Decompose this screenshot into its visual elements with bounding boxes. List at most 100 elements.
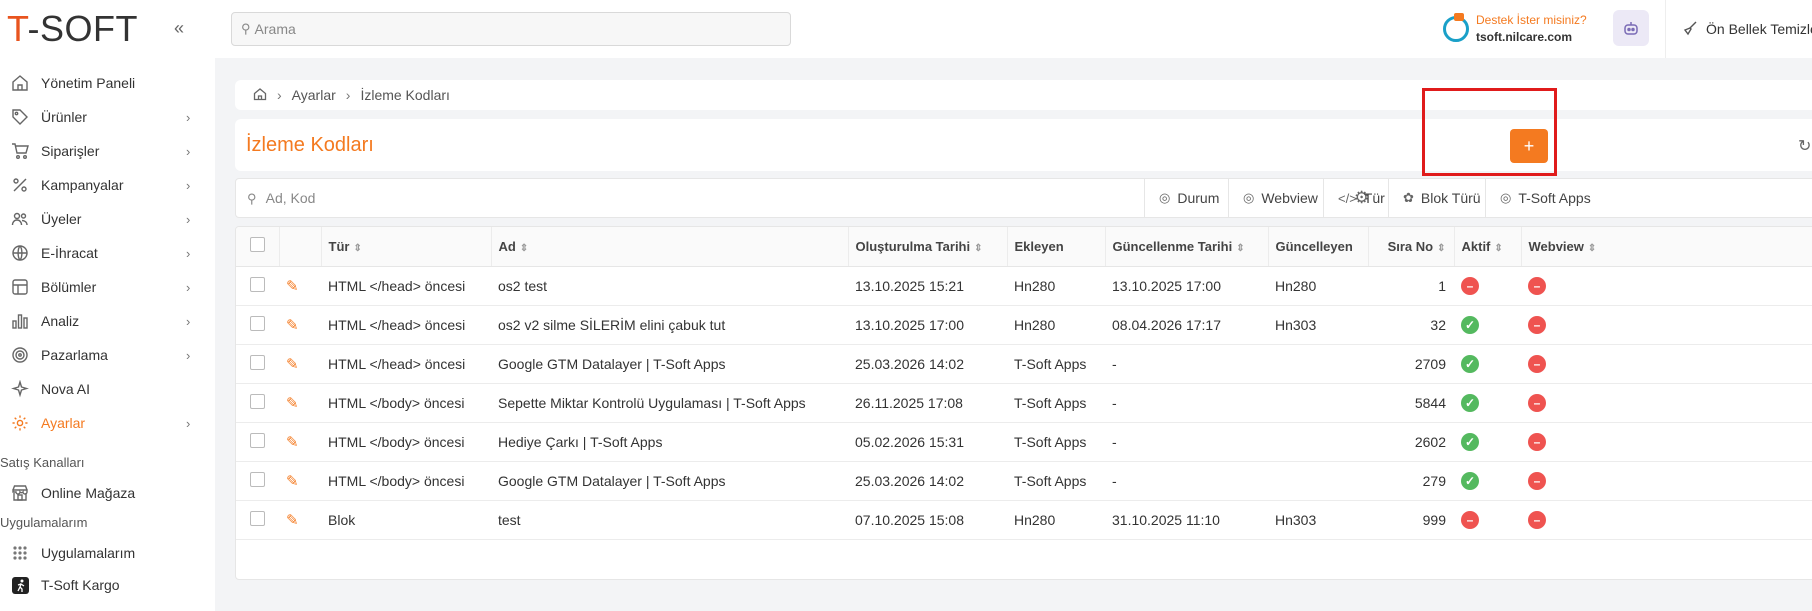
edit-cell: ✎ — [279, 461, 321, 501]
table-row[interactable]: ✎ HTML </head> öncesi os2 v2 silme SİLERİM… — [236, 305, 1812, 345]
cell-webview: – — [1521, 344, 1812, 384]
home-icon[interactable] — [253, 87, 267, 104]
table-row[interactable]: ✎ HTML </body> öncesi Sepette Miktar Kontr… — [236, 383, 1812, 423]
table-row[interactable]: ✎ HTML </head> öncesi Google GTM Datalayer… — [236, 344, 1812, 384]
filter-block-type-button[interactable]: ✿ Blok Türü — [1388, 179, 1486, 217]
cell-added-by: T-Soft Apps — [1007, 422, 1105, 462]
row-checkbox[interactable] — [236, 422, 279, 462]
edit-icon[interactable]: ✎ — [286, 512, 299, 529]
sort-icon: ⇕ — [1494, 242, 1503, 254]
edit-icon[interactable]: ✎ — [286, 395, 299, 412]
header-order[interactable]: Sıra No ⇕ — [1368, 227, 1455, 267]
inactive-minus-icon[interactable]: – — [1461, 510, 1479, 529]
edit-icon[interactable]: ✎ — [286, 278, 299, 295]
sidebar-item-b-l-mler[interactable]: Bölümler › — [0, 270, 215, 304]
refresh-icon[interactable]: ↻ — [1798, 136, 1811, 156]
inactive-minus-icon[interactable]: – — [1528, 276, 1546, 295]
header-webview[interactable]: Webview ⇕ — [1521, 227, 1812, 267]
cell-name: Hediye Çarkı | T-Soft Apps — [491, 422, 848, 462]
edit-icon[interactable]: ✎ — [286, 317, 299, 334]
sidebar-item-online-store[interactable]: Online Mağaza — [0, 477, 215, 509]
active-check-icon[interactable]: ✓ — [1461, 354, 1479, 373]
inactive-minus-icon[interactable]: – — [1528, 354, 1546, 373]
row-checkbox[interactable] — [236, 266, 279, 306]
sidebar-item-label: Ayarlar — [41, 415, 86, 431]
edit-icon[interactable]: ✎ — [286, 356, 299, 373]
sidebar-item-label: Siparişler — [41, 143, 100, 159]
chevron-right-icon: › — [186, 415, 191, 431]
edit-icon[interactable]: ✎ — [286, 434, 299, 451]
tracking-codes-table: Tür ⇕ Ad ⇕ Oluşturulma Tarihi ⇕ Ekleyen Gün… — [235, 226, 1812, 580]
header-type[interactable]: Tür ⇕ — [321, 227, 492, 267]
inactive-minus-icon[interactable]: – — [1528, 432, 1546, 451]
filter-type-button[interactable]: </> Tür — [1323, 179, 1389, 217]
inactive-minus-icon[interactable]: – — [1528, 471, 1546, 490]
filter-status-button[interactable]: ◎ Durum — [1144, 179, 1230, 217]
edit-cell: ✎ — [279, 266, 321, 306]
cell-created: 05.02.2026 15:31 — [848, 422, 1007, 462]
header-created[interactable]: Oluşturulma Tarihi ⇕ — [848, 227, 1008, 267]
header-updated[interactable]: Güncellenme Tarihi ⇕ — [1105, 227, 1269, 267]
active-check-icon[interactable]: ✓ — [1461, 393, 1479, 412]
cell-active: ✓ — [1454, 344, 1521, 384]
table-row[interactable]: ✎ HTML </head> öncesi os2 test 13.10.2025 1… — [236, 266, 1812, 306]
ai-assistant-button[interactable] — [1613, 10, 1649, 46]
filter-webview-button[interactable]: ◎ Webview — [1228, 179, 1324, 217]
table-row[interactable]: ✎ HTML </body> öncesi Google GTM Datalayer… — [236, 461, 1812, 501]
select-all-checkbox[interactable] — [236, 227, 280, 267]
cell-added-by: Hn280 — [1007, 266, 1105, 306]
sidebar-item-analiz[interactable]: Analiz › — [0, 304, 215, 338]
header-active[interactable]: Aktif ⇕ — [1454, 227, 1522, 267]
inactive-minus-icon[interactable]: – — [1528, 510, 1546, 529]
breadcrumb-separator: › — [345, 87, 351, 103]
sidebar-item-kampanyalar[interactable]: Kampanyalar › — [0, 168, 215, 202]
table-row[interactable]: ✎ Blok test 07.10.2025 15:08 Hn280 31.10.2025… — [236, 500, 1812, 540]
support-link[interactable]: Destek İster misiniz? tsoft.nilcare.com — [1443, 12, 1587, 44]
cell-updated-by — [1268, 422, 1368, 462]
row-checkbox[interactable] — [236, 344, 279, 384]
table-row[interactable]: ✎ HTML </body> öncesi Hediye Çarkı | T-Sof… — [236, 422, 1812, 462]
filter-tsoft-apps-button[interactable]: ◎ T-Soft Apps — [1485, 179, 1605, 217]
sidebar-item--r-nler[interactable]: Ürünler › — [0, 100, 215, 134]
sidebar-item-my-apps[interactable]: Uygulamalarım — [0, 537, 215, 569]
row-checkbox[interactable] — [236, 305, 279, 345]
chevron-right-icon: › — [186, 347, 191, 363]
inactive-minus-icon[interactable]: – — [1528, 393, 1546, 412]
sidebar-item--yeler[interactable]: Üyeler › — [0, 202, 215, 236]
inactive-minus-icon[interactable]: – — [1528, 315, 1546, 334]
sidebar-item-nova-ai[interactable]: Nova AI — [0, 372, 215, 406]
sidebar-item-y-netim-paneli[interactable]: Yönetim Paneli — [0, 66, 215, 100]
puzzle-icon: ✿ — [1403, 190, 1414, 205]
chevron-right-icon: › — [186, 279, 191, 295]
sidebar-item-pazarlama[interactable]: Pazarlama › — [0, 338, 215, 372]
clear-cache-button[interactable]: Ön Bellek Temizle — [1665, 0, 1812, 58]
active-check-icon[interactable]: ✓ — [1461, 471, 1479, 490]
cell-name: Sepette Miktar Kontrolü Uygulaması | T-S… — [491, 383, 848, 423]
sidebar-item-tsoft-cargo[interactable]: T-Soft Kargo — [0, 569, 215, 601]
row-checkbox[interactable] — [236, 461, 279, 501]
header-name[interactable]: Ad ⇕ — [491, 227, 849, 267]
sidebar-collapse-icon[interactable]: « — [174, 18, 184, 39]
row-checkbox[interactable] — [236, 500, 279, 540]
breadcrumb-separator: › — [277, 87, 282, 103]
active-check-icon[interactable]: ✓ — [1461, 432, 1479, 451]
filter-search-input[interactable]: ⚲ Ad, Kod — [247, 190, 315, 207]
edit-icon[interactable]: ✎ — [286, 473, 299, 490]
sidebar: T-SOFT « Yönetim Paneli Ürünler › Siparişle… — [0, 0, 215, 611]
sidebar-item-sipari-ler[interactable]: Siparişler › — [0, 134, 215, 168]
sidebar-item-label: Analiz — [41, 313, 80, 329]
cell-created: 25.03.2026 14:02 — [848, 344, 1007, 384]
breadcrumb: › Ayarlar › İzleme Kodları — [235, 80, 1812, 110]
search-input[interactable]: ⚲ Arama — [231, 12, 791, 46]
add-button[interactable]: + — [1510, 129, 1548, 163]
active-check-icon[interactable]: ✓ — [1461, 315, 1479, 334]
cell-active: – — [1454, 500, 1521, 540]
breadcrumb-settings[interactable]: Ayarlar — [292, 87, 336, 103]
sidebar-item-e-i-hracat[interactable]: E-İhracat › — [0, 236, 215, 270]
filter-label: Durum — [1177, 190, 1220, 206]
sidebar-item-ayarlar[interactable]: Ayarlar › — [0, 406, 215, 440]
cell-type: Blok — [321, 500, 491, 540]
brand-logo[interactable]: T-SOFT — [7, 8, 138, 50]
row-checkbox[interactable] — [236, 383, 279, 423]
inactive-minus-icon[interactable]: – — [1461, 276, 1479, 295]
